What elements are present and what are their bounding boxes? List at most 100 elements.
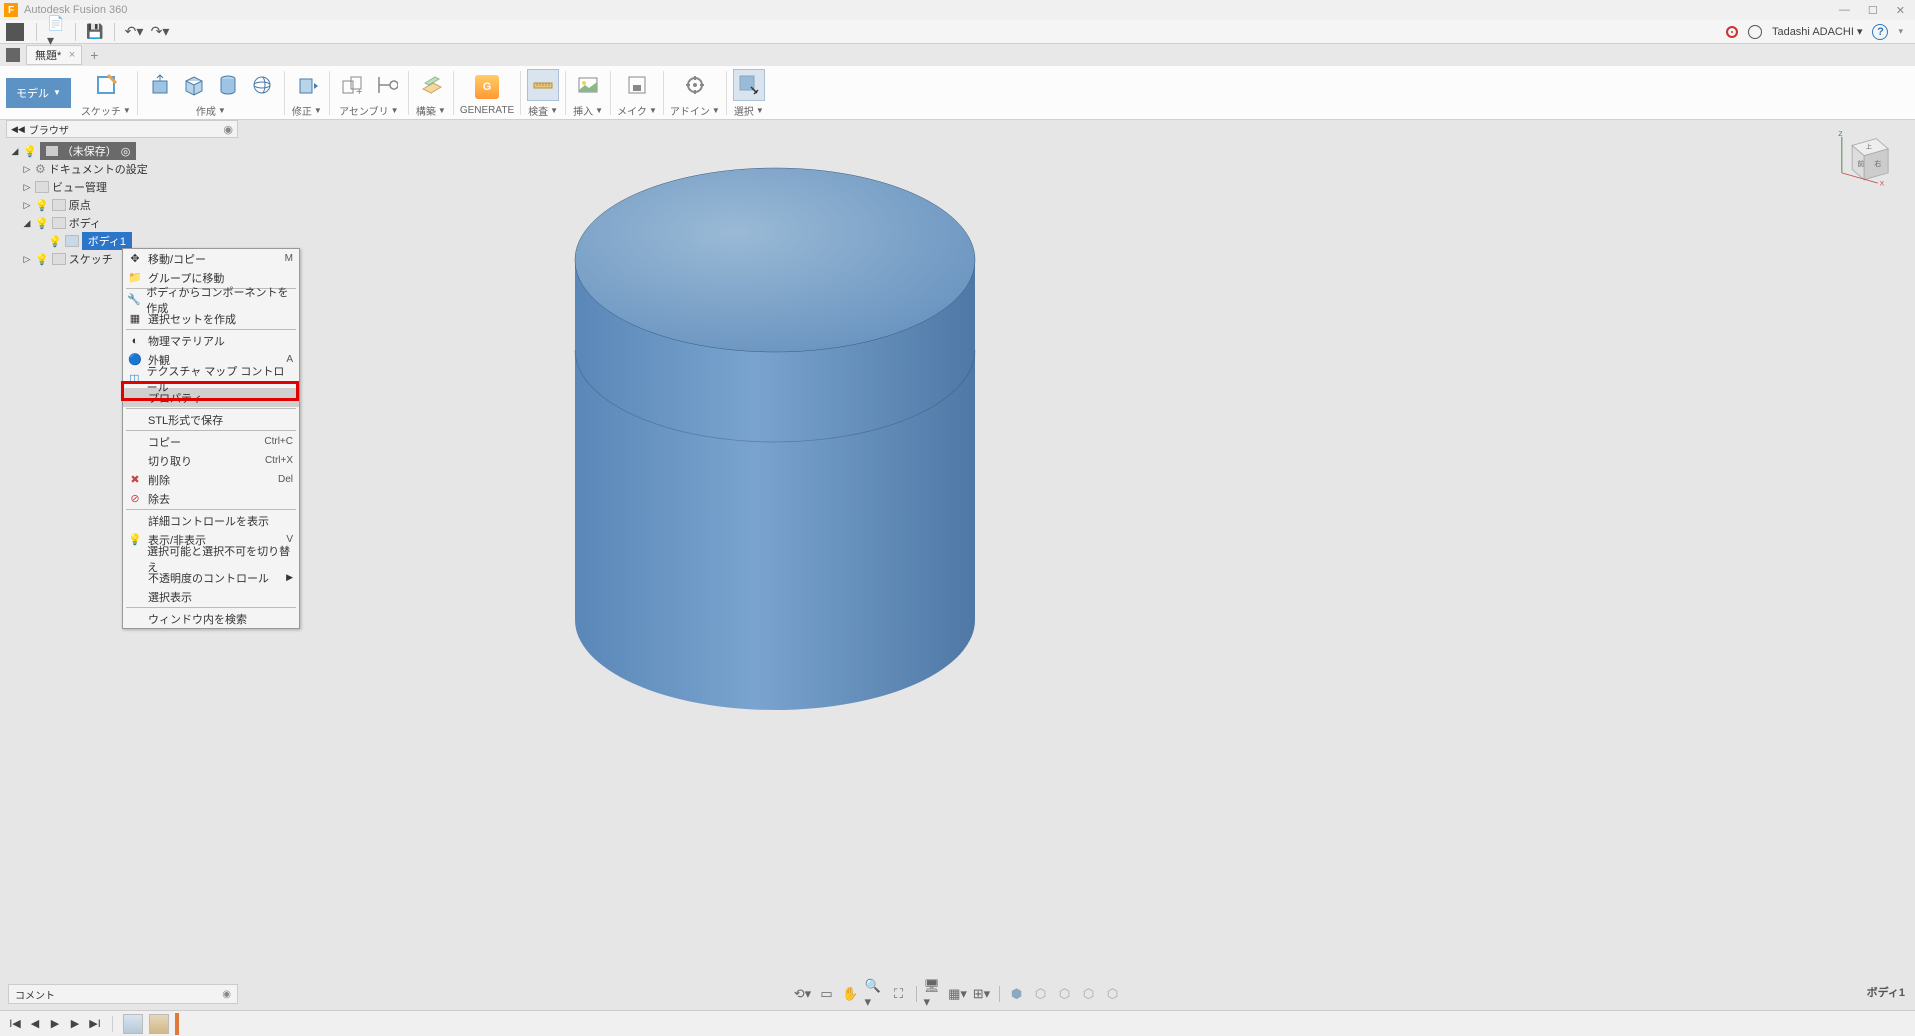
close-button[interactable]: ✕	[1896, 4, 1905, 17]
comment-settings-icon[interactable]: ◉	[222, 989, 231, 1000]
tab-title: 無題*	[35, 47, 61, 63]
timeline-feature-extrude[interactable]	[149, 1014, 169, 1034]
look-at-icon[interactable]: ▭	[817, 984, 837, 1004]
measure-icon[interactable]	[527, 69, 559, 101]
ctx-isolate[interactable]: 選択表示	[123, 587, 299, 606]
make-3dprint-icon[interactable]	[621, 69, 653, 101]
vis-style-4-icon[interactable]: ⬡	[1079, 984, 1099, 1004]
folder-icon	[52, 217, 66, 229]
job-status-icon[interactable]	[1748, 25, 1762, 39]
ctx-create-component[interactable]: 🔧ボディからコンポーネントを作成	[123, 290, 299, 309]
document-tabs: 無題* × +	[0, 44, 1915, 66]
ctx-show-detail-controls[interactable]: 詳細コントロールを表示	[123, 511, 299, 530]
press-pull-icon[interactable]	[291, 69, 323, 101]
vis-style-3-icon[interactable]: ⬡	[1055, 984, 1075, 1004]
grid-snap-icon[interactable]: ▦▾	[948, 984, 968, 1004]
bulb-icon[interactable]: 💡	[35, 217, 49, 230]
pan-icon[interactable]: ✋	[841, 984, 861, 1004]
tree-root[interactable]: 💡 （未保存）◎	[8, 142, 238, 160]
tree-views[interactable]: ビュー管理	[8, 178, 238, 196]
titlebar: F Autodesk Fusion 360 — ☐ ✕	[0, 0, 1915, 20]
bulb-icon[interactable]: 💡	[23, 145, 37, 158]
workspace-selector[interactable]: モデル▼	[6, 78, 71, 108]
fit-icon[interactable]: ⛶	[889, 984, 909, 1004]
toolgroup-addins: アドイン▼	[670, 67, 720, 118]
viewcube[interactable]: 前 右 上 Z X	[1835, 130, 1895, 190]
construct-plane-icon[interactable]	[415, 69, 447, 101]
new-tab-button[interactable]: +	[82, 47, 106, 63]
material-icon: ◐	[127, 333, 143, 349]
browser-settings-icon[interactable]: ◉	[223, 123, 233, 136]
viewport[interactable]: ◀◀ ブラウザ ◉ 💡 （未保存）◎ ⚙ ドキュメントの設定 ビュー管理	[0, 120, 1915, 1010]
record-icon[interactable]	[1726, 26, 1738, 38]
ctx-save-stl[interactable]: STL形式で保存	[123, 410, 299, 429]
timeline-end-icon[interactable]: ▶I	[88, 1017, 102, 1031]
bulb-icon[interactable]: 💡	[48, 235, 62, 248]
app-title: Autodesk Fusion 360	[24, 4, 127, 16]
timeline-prev-icon[interactable]: ◀	[28, 1017, 42, 1031]
toolgroup-make: メイク▼	[617, 67, 657, 118]
browser-collapse-icon[interactable]: ◀◀	[11, 124, 25, 135]
sphere-icon[interactable]	[246, 69, 278, 101]
timeline-play-icon[interactable]: ▶	[48, 1017, 62, 1031]
vis-style-2-icon[interactable]: ⬡	[1031, 984, 1051, 1004]
redo-icon[interactable]: ↷▾	[151, 23, 169, 41]
toolgroup-assembly: + アセンブリ▼	[336, 67, 402, 118]
ctx-remove[interactable]: ⊘除去	[123, 489, 299, 508]
bulb-icon: 💡	[127, 532, 143, 548]
joint-icon[interactable]	[370, 69, 402, 101]
select-icon[interactable]	[733, 69, 765, 101]
minimize-button[interactable]: —	[1839, 4, 1850, 17]
svg-text:右: 右	[1874, 159, 1881, 168]
vis-style-5-icon[interactable]: ⬡	[1103, 984, 1123, 1004]
cylinder-icon[interactable]	[212, 69, 244, 101]
comment-bar[interactable]: コメント ◉	[8, 984, 238, 1004]
ctx-find-in-window[interactable]: ウィンドウ内を検索	[123, 609, 299, 628]
ctx-delete[interactable]: ✖削除Del	[123, 470, 299, 489]
extrude-icon[interactable]	[144, 69, 176, 101]
ctx-copy[interactable]: コピーCtrl+C	[123, 432, 299, 451]
generate-icon[interactable]: G	[471, 71, 503, 103]
bulb-icon[interactable]: 💡	[35, 253, 49, 266]
browser-header[interactable]: ◀◀ ブラウザ ◉	[6, 120, 238, 138]
toolgroup-insert: 挿入▼	[572, 67, 604, 118]
undo-icon[interactable]: ↶▾	[125, 23, 143, 41]
ctx-move-copy[interactable]: ✥移動/コピーM	[123, 249, 299, 268]
body-icon	[65, 235, 79, 247]
display-settings-icon[interactable]: 🖥▾	[924, 984, 944, 1004]
ctx-toggle-selectable[interactable]: 選択可能と選択不可を切り替え	[123, 549, 299, 568]
ctx-physical-material[interactable]: ◐物理マテリアル	[123, 331, 299, 350]
vis-style-1-icon[interactable]: ⬢	[1007, 984, 1027, 1004]
bulb-icon[interactable]: 💡	[35, 199, 49, 212]
timeline: I◀ ◀ ▶ ▶ ▶I	[0, 1010, 1915, 1036]
timeline-next-icon[interactable]: ▶	[68, 1017, 82, 1031]
tree-origin[interactable]: 💡 原点	[8, 196, 238, 214]
folder-icon	[52, 253, 66, 265]
help-icon[interactable]: ?	[1872, 24, 1888, 40]
box-icon[interactable]	[178, 69, 210, 101]
zoom-icon[interactable]: 🔍▾	[865, 984, 885, 1004]
tab-close-icon[interactable]: ×	[69, 49, 75, 61]
ctx-cut[interactable]: 切り取りCtrl+X	[123, 451, 299, 470]
timeline-marker[interactable]	[175, 1013, 179, 1035]
tree-bodies[interactable]: 💡 ボディ	[8, 214, 238, 232]
ctx-texture-map[interactable]: ◫テクスチャ マップ コントロール	[123, 369, 299, 388]
user-menu[interactable]: Tadashi ADACHI ▾	[1772, 25, 1863, 38]
toolgroup-sketch: スケッチ▼	[81, 67, 131, 118]
file-menu-icon[interactable]: 📄▾	[47, 23, 65, 41]
assembly-new-icon[interactable]: +	[336, 69, 368, 101]
viewport-layout-icon[interactable]: ⊞▾	[972, 984, 992, 1004]
addins-icon[interactable]	[679, 69, 711, 101]
sketch-create-icon[interactable]	[90, 69, 122, 101]
save-icon[interactable]: 💾	[86, 23, 104, 41]
insert-image-icon[interactable]	[572, 69, 604, 101]
show-data-panel-icon[interactable]	[6, 48, 20, 62]
tree-doc-settings[interactable]: ⚙ ドキュメントの設定	[8, 160, 238, 178]
timeline-start-icon[interactable]: I◀	[8, 1017, 22, 1031]
document-tab[interactable]: 無題* ×	[26, 45, 82, 65]
orbit-icon[interactable]: ⟲▾	[793, 984, 813, 1004]
timeline-feature-sketch[interactable]	[123, 1014, 143, 1034]
maximize-button[interactable]: ☐	[1868, 4, 1878, 17]
data-panel-icon[interactable]	[6, 23, 24, 41]
model-cylinder[interactable]	[560, 150, 990, 730]
